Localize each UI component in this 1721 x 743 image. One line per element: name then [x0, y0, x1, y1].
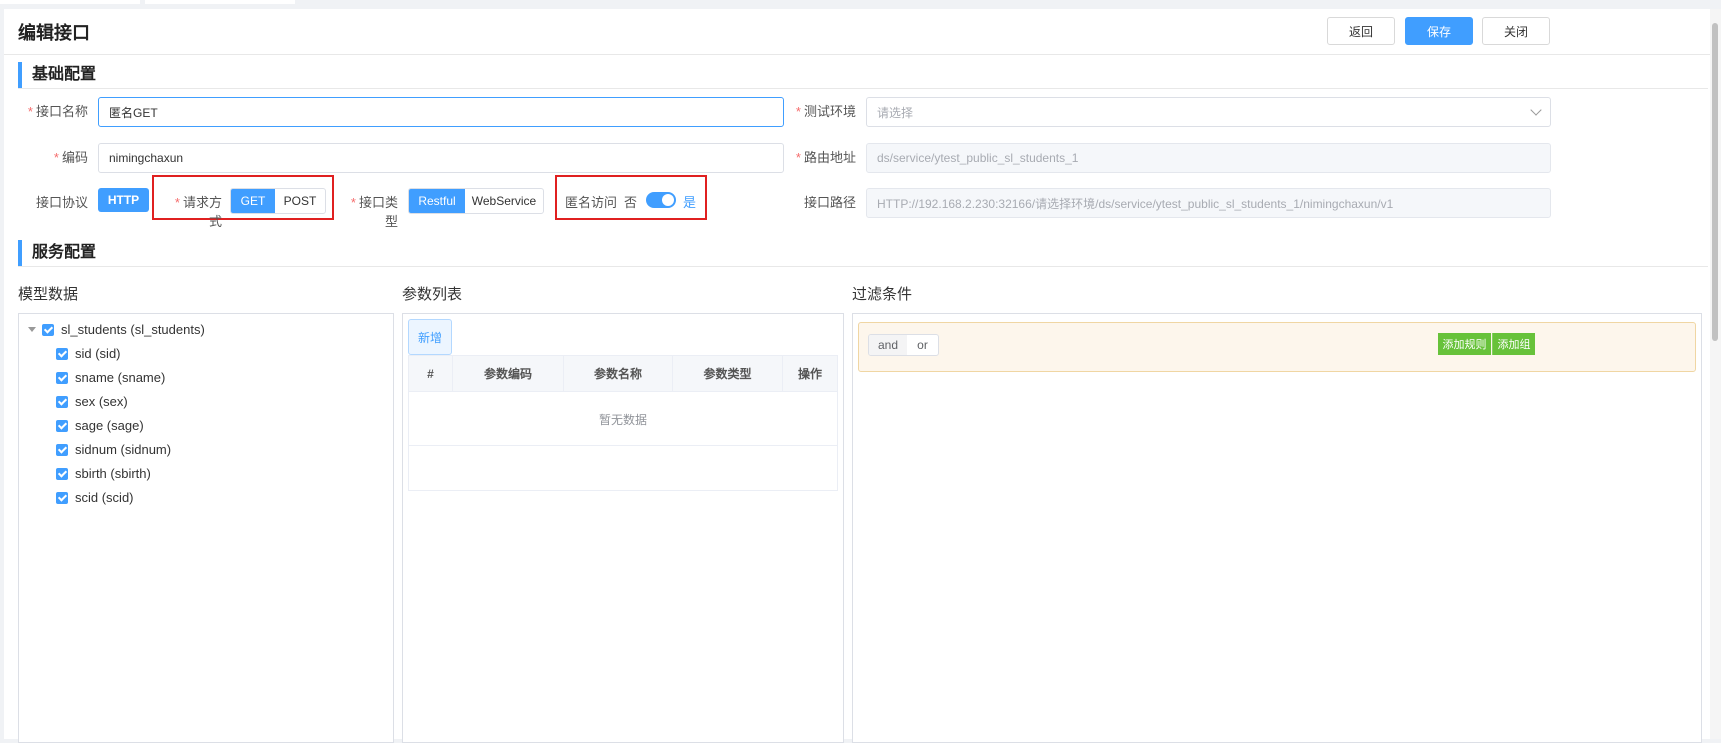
method-post[interactable]: POST	[275, 189, 325, 213]
tree-item[interactable]: scid (scid)	[56, 490, 134, 505]
tab-2[interactable]	[145, 0, 295, 4]
env-label: * 测试环境	[795, 104, 856, 119]
name-input[interactable]: 匿名GET	[98, 97, 784, 127]
tree-root[interactable]: sl_students (sl_students)	[28, 322, 205, 337]
checkbox-icon[interactable]	[42, 323, 54, 336]
anon-on-label: 是	[683, 195, 697, 210]
page-title: 编辑接口	[18, 23, 90, 43]
params-table-header: # 参数编码 参数名称 参数类型 操作	[408, 355, 838, 392]
tree-item[interactable]: sage (sage)	[56, 418, 144, 433]
tree-item[interactable]: sbirth (sbirth)	[56, 466, 151, 481]
col-type[interactable]: 参数类型	[673, 356, 783, 391]
tab-1[interactable]	[0, 0, 140, 4]
filter-group	[858, 322, 1696, 372]
checkbox-icon[interactable]	[56, 371, 68, 384]
col-actions: 操作	[797, 367, 822, 381]
and-button[interactable]: and	[869, 335, 907, 355]
filter-title: 过滤条件	[852, 286, 913, 303]
anon-label: 匿名访问	[565, 195, 618, 210]
env-select[interactable]: 请选择	[866, 97, 1551, 127]
empty-text: 暂无数据	[599, 413, 648, 427]
back-button[interactable]: 返回	[1327, 17, 1395, 45]
code-input[interactable]: nimingchaxun	[98, 143, 784, 173]
anon-switch[interactable]	[646, 192, 676, 208]
method-label: * 请求方式	[174, 195, 222, 229]
basic-section-title: 基础配置	[18, 62, 96, 88]
col-code[interactable]: 参数编码	[453, 356, 564, 391]
checkbox-icon[interactable]	[56, 419, 68, 432]
add-group-button[interactable]: 添加组	[1492, 333, 1535, 355]
page-scrollbar[interactable]	[1710, 9, 1721, 739]
name-label: * 接口名称	[27, 104, 88, 119]
type-label: * 接口类型	[350, 195, 398, 229]
close-button[interactable]: 关闭	[1482, 17, 1550, 45]
filter-panel	[852, 313, 1702, 743]
params-table-scroll	[408, 446, 838, 491]
checkbox-icon[interactable]	[56, 467, 68, 480]
type-webservice[interactable]: WebService	[465, 189, 543, 213]
checkbox-icon[interactable]	[56, 491, 68, 504]
chevron-down-icon	[1530, 104, 1542, 116]
method-get[interactable]: GET	[231, 189, 275, 213]
tree-item[interactable]: sidnum (sidnum)	[56, 442, 171, 457]
protocol-label: 接口协议	[35, 195, 88, 210]
scrollbar-thumb[interactable]	[1712, 23, 1718, 341]
tree-item[interactable]: sname (sname)	[56, 370, 165, 385]
env-placeholder: 请选择	[877, 105, 914, 120]
route-label: * 路由地址	[795, 150, 856, 165]
type-restful[interactable]: Restful	[409, 189, 465, 213]
save-button[interactable]: 保存	[1405, 17, 1473, 45]
chevron-down-icon[interactable]	[28, 327, 36, 332]
divider	[18, 266, 1708, 267]
checkbox-icon[interactable]	[56, 443, 68, 456]
col-name[interactable]: 参数名称	[564, 356, 673, 391]
checkbox-icon[interactable]	[56, 395, 68, 408]
tab-strip	[0, 0, 1721, 8]
add-rule-button[interactable]: 添加规则	[1438, 333, 1491, 355]
and-or-toggle: and or	[868, 334, 939, 356]
protocol-http[interactable]: HTTP	[98, 188, 149, 212]
add-param-button[interactable]: 新增	[408, 319, 452, 355]
code-label: * 编码	[53, 150, 88, 165]
path-label: 接口路径	[803, 195, 856, 210]
checkbox-icon[interactable]	[56, 347, 68, 360]
service-section-title: 服务配置	[18, 240, 96, 266]
route-input: ds/service/ytest_public_sl_students_1	[866, 143, 1551, 173]
params-title: 参数列表	[402, 286, 463, 303]
type-toggle: Restful WebService	[408, 188, 544, 214]
edit-panel: 编辑接口 返回 保存 关闭 基础配置 * 接口名称 匿名GET * 测试环境 请选择…	[4, 9, 1710, 743]
page-header: 编辑接口 返回 保存 关闭	[4, 9, 1710, 55]
divider	[18, 88, 1708, 89]
tree-item[interactable]: sex (sex)	[56, 394, 128, 409]
path-input: HTTP://192.168.2.230:32166/请选择环境/ds/serv…	[866, 188, 1551, 218]
tree-item[interactable]: sid (sid)	[56, 346, 121, 361]
method-toggle: GET POST	[230, 188, 326, 214]
col-index: #	[409, 356, 453, 391]
or-button[interactable]: or	[907, 335, 938, 355]
model-title: 模型数据	[18, 286, 79, 303]
anon-off-label: 否	[624, 195, 638, 210]
